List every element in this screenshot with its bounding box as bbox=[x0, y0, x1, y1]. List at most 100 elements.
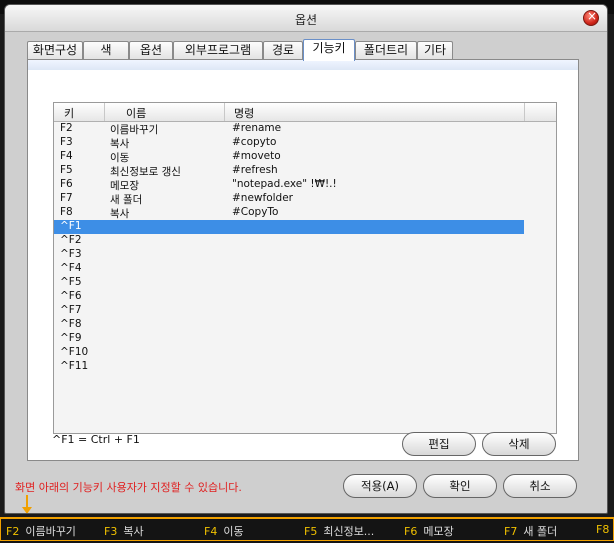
row-key: ^F1 bbox=[60, 220, 82, 232]
row-name: 새 폴더 bbox=[110, 194, 143, 206]
fkey-action: 복사 bbox=[123, 525, 144, 538]
row-key: F3 bbox=[60, 136, 73, 148]
function-key-list[interactable]: 키 이름 명령 F2 이름바꾸기 #rename F3 복사 #copyto F4 이동 #… bbox=[53, 102, 557, 434]
list-item[interactable]: F2 이름바꾸기 #rename bbox=[54, 122, 524, 136]
row-key: F6 bbox=[60, 178, 73, 190]
row-key: ^F10 bbox=[60, 346, 89, 358]
list-item[interactable]: ^F8 bbox=[54, 318, 524, 332]
row-key: F8 bbox=[60, 206, 73, 218]
list-item[interactable]: ^F11 bbox=[54, 360, 524, 374]
arrow-down-icon bbox=[22, 495, 32, 513]
fkey-f3[interactable]: F3 복사 bbox=[104, 523, 144, 539]
list-item[interactable]: ^F5 bbox=[54, 276, 524, 290]
fkey-action: 최신정보... bbox=[323, 525, 375, 538]
fkey-action: 이름바꾸기 bbox=[25, 525, 76, 538]
fkey-f5[interactable]: F5 최신정보... bbox=[304, 523, 374, 539]
list-item-selected[interactable]: ^F1 bbox=[54, 220, 524, 234]
list-header: 키 이름 명령 bbox=[54, 103, 556, 122]
column-name[interactable]: 이름 bbox=[126, 105, 146, 121]
list-item[interactable]: F8 복사 #CopyTo bbox=[54, 206, 524, 220]
list-item[interactable]: F5 최신정보로 갱신 #refresh bbox=[54, 164, 524, 178]
row-key: ^F11 bbox=[60, 360, 89, 372]
row-name: 복사 bbox=[110, 138, 130, 150]
tab-path[interactable]: 경로 bbox=[263, 41, 303, 59]
apply-button[interactable]: 적용(A) bbox=[343, 474, 417, 498]
list-item[interactable]: ^F9 bbox=[54, 332, 524, 346]
tab-options[interactable]: 옵션 bbox=[129, 41, 173, 59]
ok-button[interactable]: 확인 bbox=[423, 474, 497, 498]
row-command: "notepad.exe" !₩!.! bbox=[232, 178, 337, 190]
fkey-f6[interactable]: F6 메모장 bbox=[404, 523, 454, 539]
dialog-title: 옵션 bbox=[294, 13, 318, 27]
list-item[interactable]: ^F3 bbox=[54, 248, 524, 262]
row-key: F7 bbox=[60, 192, 73, 204]
title-bar[interactable]: 옵션 bbox=[5, 5, 607, 32]
list-item[interactable]: F7 새 폴더 #newfolder bbox=[54, 192, 524, 206]
function-keys-panel: 키 이름 명령 F2 이름바꾸기 #rename F3 복사 #copyto F4 이동 #… bbox=[27, 59, 579, 461]
fkey-action: 이동 bbox=[223, 525, 244, 538]
tab-function-keys[interactable]: 기능키 bbox=[303, 39, 355, 61]
row-command: #rename bbox=[232, 122, 282, 134]
row-key: F5 bbox=[60, 164, 73, 176]
fkey-f4[interactable]: F4 이동 bbox=[204, 523, 244, 539]
row-key: F2 bbox=[60, 122, 73, 134]
row-key: ^F5 bbox=[60, 276, 82, 288]
row-name: 최신정보로 갱신 bbox=[110, 166, 181, 178]
row-name: 이름바꾸기 bbox=[110, 124, 159, 136]
fkey-label: F5 bbox=[304, 525, 318, 538]
row-command: #newfolder bbox=[232, 192, 293, 204]
row-key: ^F4 bbox=[60, 262, 82, 274]
edit-button[interactable]: 편집 bbox=[402, 432, 476, 456]
row-command: #copyto bbox=[232, 136, 277, 148]
row-key: ^F7 bbox=[60, 304, 82, 316]
row-command: #CopyTo bbox=[232, 206, 279, 218]
column-divider[interactable] bbox=[104, 103, 105, 121]
fkey-f8[interactable]: F8 bbox=[596, 523, 614, 536]
column-divider[interactable] bbox=[524, 103, 525, 121]
hint-text: 화면 아래의 기능키 사용자가 지정할 수 있습니다. bbox=[15, 481, 242, 494]
panel-header-band bbox=[28, 60, 578, 70]
list-item[interactable]: F4 이동 #moveto bbox=[54, 150, 524, 164]
column-divider[interactable] bbox=[224, 103, 225, 121]
fkey-f7[interactable]: F7 새 폴더 bbox=[504, 523, 557, 539]
fkey-action: 메모장 bbox=[423, 525, 454, 538]
tab-external-programs[interactable]: 외부프로그램 bbox=[173, 41, 263, 59]
tab-misc[interactable]: 기타 bbox=[417, 41, 453, 59]
options-dialog: 옵션 화면구성 색 옵션 외부프로그램 경로 기능키 폴더트리 기타 키 이름 … bbox=[4, 4, 608, 514]
row-key: ^F8 bbox=[60, 318, 82, 330]
tab-folder-tree[interactable]: 폴더트리 bbox=[355, 41, 417, 59]
row-key: ^F9 bbox=[60, 332, 82, 344]
close-icon[interactable] bbox=[583, 9, 599, 26]
ctrl-key-note: ^F1 = Ctrl + F1 bbox=[52, 433, 140, 446]
row-name: 메모장 bbox=[110, 180, 139, 192]
list-item[interactable]: ^F6 bbox=[54, 290, 524, 304]
row-key: ^F3 bbox=[60, 248, 82, 260]
fkey-label: F2 bbox=[6, 525, 20, 538]
cancel-button[interactable]: 취소 bbox=[503, 474, 577, 498]
row-key: ^F2 bbox=[60, 234, 82, 246]
delete-button[interactable]: 삭제 bbox=[482, 432, 556, 456]
row-key: ^F6 bbox=[60, 290, 82, 302]
tab-color[interactable]: 색 bbox=[83, 41, 129, 59]
fkey-label: F3 bbox=[104, 525, 118, 538]
row-command: #refresh bbox=[232, 164, 278, 176]
column-command[interactable]: 명령 bbox=[234, 105, 254, 121]
fkey-label: F7 bbox=[504, 525, 518, 538]
fkey-label: F6 bbox=[404, 525, 418, 538]
row-command: #moveto bbox=[232, 150, 281, 162]
row-key: F4 bbox=[60, 150, 73, 162]
list-item[interactable]: ^F7 bbox=[54, 304, 524, 318]
row-name: 이동 bbox=[110, 152, 130, 164]
column-key[interactable]: 키 bbox=[64, 105, 74, 121]
list-item[interactable]: F3 복사 #copyto bbox=[54, 136, 524, 150]
row-name: 복사 bbox=[110, 208, 130, 220]
fkey-f2[interactable]: F2 이름바꾸기 bbox=[6, 523, 76, 539]
list-item[interactable]: F6 메모장 "notepad.exe" !₩!.! bbox=[54, 178, 524, 192]
fkey-label: F8 bbox=[596, 523, 610, 536]
list-item[interactable]: ^F4 bbox=[54, 262, 524, 276]
list-item[interactable]: ^F10 bbox=[54, 346, 524, 360]
tab-display[interactable]: 화면구성 bbox=[27, 41, 83, 59]
list-item[interactable]: ^F2 bbox=[54, 234, 524, 248]
fkey-label: F4 bbox=[204, 525, 218, 538]
fkey-action: 새 폴더 bbox=[523, 525, 558, 538]
